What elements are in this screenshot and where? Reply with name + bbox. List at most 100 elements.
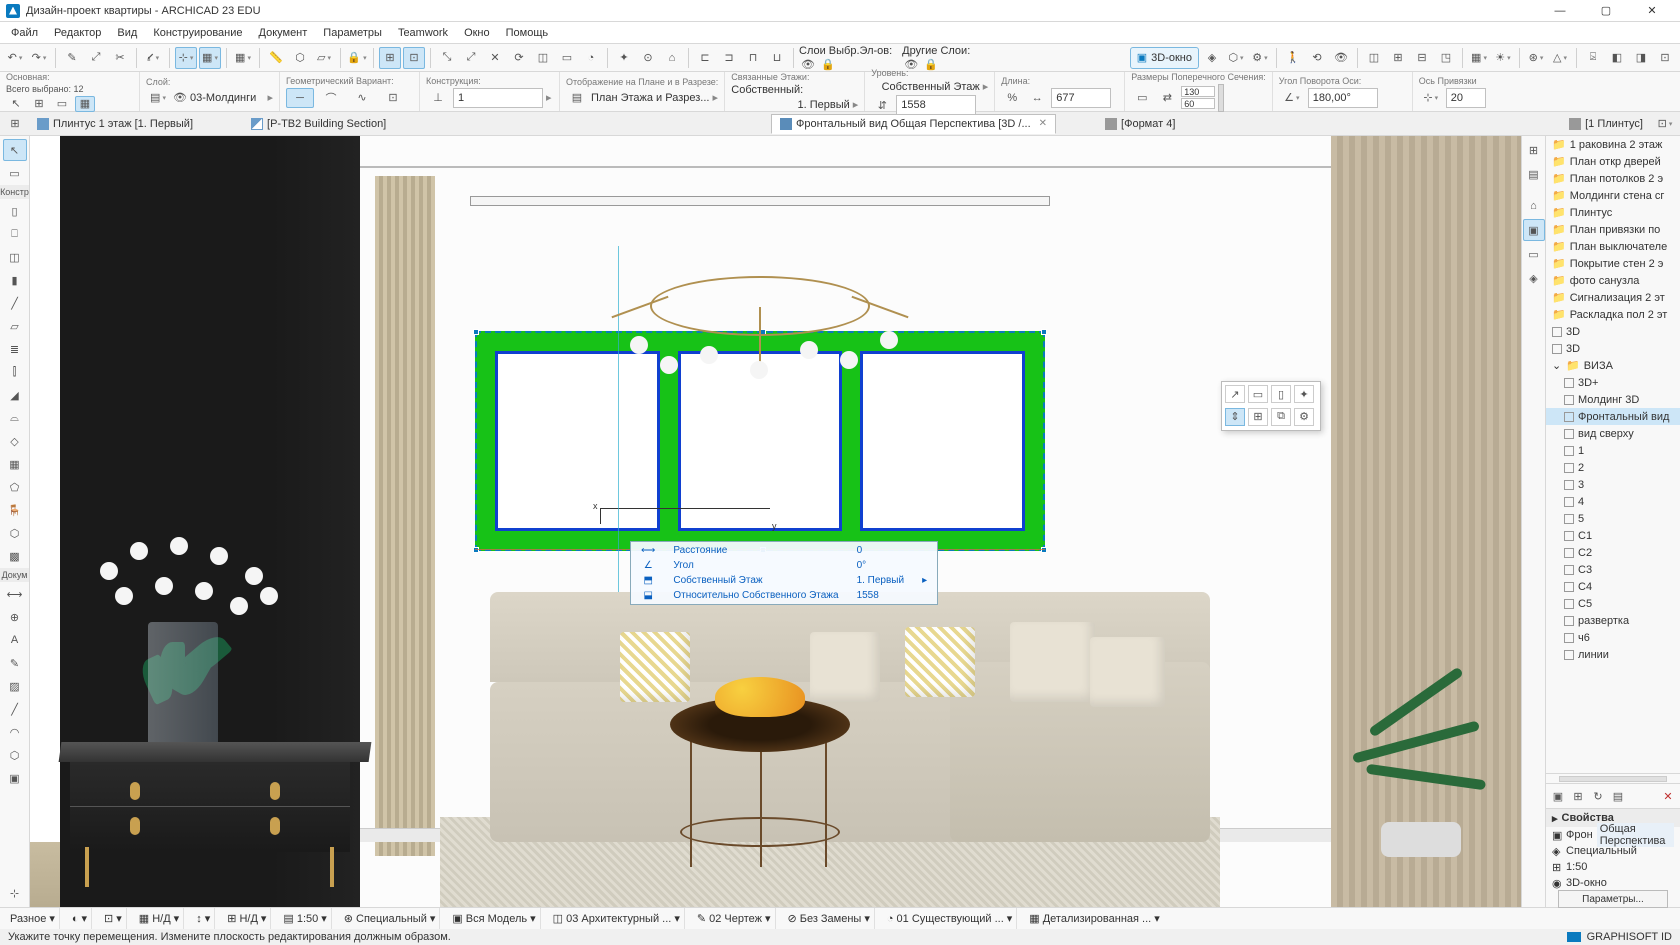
morph-tool[interactable]: ⬠ [3,476,27,498]
anchor-input[interactable] [1446,88,1486,108]
menu-параметры[interactable]: Параметры [316,25,389,41]
level-ico[interactable]: ⇵ [871,97,893,113]
nav-proj[interactable]: ⌂ [1523,195,1545,217]
pet-opt[interactable]: ⚙ [1294,408,1314,426]
stat-h[interactable]: 02 Чертеж [709,913,762,925]
plane-button[interactable]: ▱ [313,47,335,69]
view-checkbox[interactable] [1564,446,1574,456]
nav-ico-c[interactable]: ↻ [1589,787,1607,805]
mesh-tool[interactable]: ▩ [3,545,27,567]
view-checkbox[interactable] [1564,463,1574,473]
nav-item-10[interactable]: 📁Раскладка пол 2 эт [1546,306,1680,323]
nav-item-13[interactable]: ⌄📁ВИЗА [1546,357,1680,374]
inject-button[interactable]: ⤢ [85,47,107,69]
tool-d[interactable]: ⟳ [508,47,530,69]
minimize-button[interactable]: ― [1538,1,1582,21]
view-checkbox[interactable] [1564,514,1574,524]
menu-конструирование[interactable]: Конструирование [146,25,249,41]
display-ico[interactable]: ▤ [566,89,588,107]
snap-point[interactable]: ▦ [199,47,221,69]
display-value[interactable]: План Этажа и Разрез... [591,92,709,104]
sel-d[interactable]: ▦ [75,96,95,112]
look-button[interactable]: 👁 [1330,47,1352,69]
tab-3[interactable]: [Формат 4] [1096,114,1184,134]
tool-g[interactable]: ◔ [580,47,602,69]
trim-button[interactable]: ✂ [109,47,131,69]
align-c[interactable]: ⊓ [742,47,764,69]
layer-dd[interactable]: ▤ [146,89,170,107]
floor-input[interactable] [453,88,543,108]
tool-b[interactable]: ⤢ [460,47,482,69]
tree-hscroll[interactable] [1559,776,1666,782]
linked-value[interactable]: 1. Первый [731,99,849,111]
pet-mirror[interactable]: ✦ [1294,385,1314,403]
sec-swap[interactable]: ⇄ [1156,89,1178,107]
props-r2[interactable]: Специальный [1566,845,1637,857]
cut-d[interactable]: ◳ [1435,47,1457,69]
pick-button[interactable]: ✎ [61,47,83,69]
door-tool[interactable]: ⎕ [3,223,27,245]
nav-ico-b[interactable]: ⊞ [1569,787,1587,805]
length-input[interactable] [1051,88,1111,108]
coordinate-tracker[interactable]: ⟷Расстояние0 ∠Угол0° ⬒Собственный Этаж1.… [630,541,938,605]
nav-item-26[interactable]: С4 [1546,578,1680,595]
hotspot-tool[interactable]: ⊹ [3,882,27,904]
xtra-b[interactable]: ◧ [1606,47,1628,69]
align-b[interactable]: ⊐ [718,47,740,69]
render-d[interactable]: △ [1549,47,1571,69]
nav-view[interactable]: ▣ [1523,219,1545,241]
trk-rel-v[interactable]: 1558 [849,589,913,602]
view-checkbox[interactable] [1564,582,1574,592]
stat-a[interactable]: Разное [10,913,46,925]
cut-a[interactable]: ◫ [1363,47,1385,69]
close-button[interactable]: ✕ [1630,1,1674,21]
nav-item-9[interactable]: 📁Сигнализация 2 эт [1546,289,1680,306]
xtra-c[interactable]: ◨ [1630,47,1652,69]
nav-item-16[interactable]: Фронтальный вид [1546,408,1680,425]
pet-move[interactable]: ↗ [1225,385,1245,403]
len-ico[interactable]: ↔ [1026,89,1048,107]
sel-a[interactable]: ↖ [6,96,26,112]
rot-ico[interactable]: ∠ [1279,89,1305,107]
view-checkbox[interactable] [1564,565,1574,575]
cut-b[interactable]: ⊞ [1387,47,1409,69]
arrow-tool[interactable]: ↖ [3,139,27,161]
home-button[interactable]: ⌂ [661,47,683,69]
sec-a-input[interactable] [1181,86,1215,97]
group-toggle[interactable]: ⊡ [403,47,425,69]
tab-close[interactable]: ✕ [1039,118,1047,129]
nav-item-5[interactable]: 📁План привязки по [1546,221,1680,238]
ruler-button[interactable]: 📏 [265,47,287,69]
stat-j[interactable]: 01 Существующий ... [897,913,1004,925]
view-checkbox[interactable] [1564,480,1574,490]
poly-tool[interactable]: ⬡ [3,744,27,766]
offset-button[interactable]: ⊙ [637,47,659,69]
beam-tool[interactable]: ╱ [3,292,27,314]
nav-item-3[interactable]: 📁Молдинги стена сг [1546,187,1680,204]
walk-button[interactable]: 🚶 [1282,47,1304,69]
drawing-tool[interactable]: ▣ [3,767,27,789]
railing-tool[interactable]: ⫿ [3,361,27,383]
arc-tool[interactable]: ◠ [3,721,27,743]
props-r4[interactable]: 3D-окно [1566,877,1607,889]
tool-c[interactable]: ✕ [484,47,506,69]
slab-tool[interactable]: ▱ [3,315,27,337]
proj-opt[interactable]: ⚙ [1249,47,1271,69]
suspend-button[interactable]: ⊞ [379,47,401,69]
menu-teamwork[interactable]: Teamwork [391,25,455,41]
trk-dist-v[interactable]: 0 [849,544,913,557]
nav-ico-a[interactable]: ▣ [1549,787,1567,805]
geom-a[interactable]: ─ [286,88,314,108]
nav-item-7[interactable]: 📁Покрытие стен 2 э [1546,255,1680,272]
cursor-mode[interactable]: ⭹ [142,47,164,69]
pet-palette[interactable]: ↗ ▭ ▯ ✦ ⇕ ⊞ ⧉ ⚙ [1221,381,1321,431]
nav-b[interactable]: ▤ [1523,163,1545,185]
nav-item-28[interactable]: развертка [1546,612,1680,629]
tab-1[interactable]: [P-TB2 Building Section] [242,114,395,134]
snap-guide[interactable]: ⊹ [175,47,197,69]
marquee-tool[interactable]: ▭ [3,162,27,184]
view-checkbox[interactable] [1564,599,1574,609]
view-checkbox[interactable] [1564,616,1574,626]
tool-a[interactable]: ⤡ [436,47,458,69]
nav-item-20[interactable]: 3 [1546,476,1680,493]
